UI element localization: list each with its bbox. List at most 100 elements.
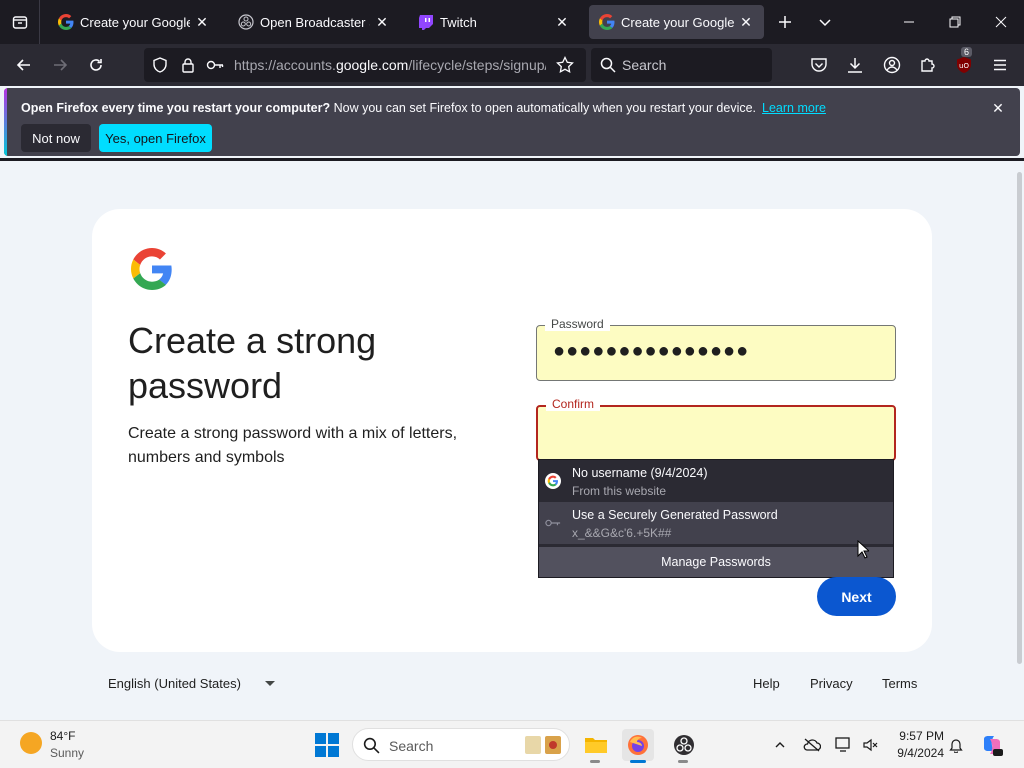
privacy-link[interactable]: Privacy: [810, 676, 853, 691]
page-title: Create a strong password: [128, 320, 377, 406]
google-logo-icon: [131, 248, 172, 290]
downloads-button[interactable]: [839, 49, 871, 81]
copilot-icon[interactable]: [980, 733, 1004, 757]
help-link[interactable]: Help: [753, 676, 780, 691]
page-scrollbar[interactable]: [1017, 172, 1022, 664]
onedrive-offline-icon[interactable]: [802, 735, 822, 755]
restore-icon: [949, 16, 961, 28]
search-highlight-icon: [525, 736, 561, 754]
pocket-icon: [811, 58, 827, 72]
lock-icon[interactable]: [180, 57, 196, 73]
password-label: Password: [545, 317, 610, 331]
confirm-label: Confirm: [546, 397, 601, 411]
menu-button[interactable]: [984, 49, 1016, 81]
back-button[interactable]: [8, 49, 40, 81]
account-button[interactable]: [876, 49, 908, 81]
navigation-toolbar: https://accounts.google.com/lifecycle/st…: [0, 44, 1024, 86]
pocket-button[interactable]: [803, 49, 835, 81]
not-now-button[interactable]: Not now: [21, 124, 91, 152]
next-button[interactable]: Next: [817, 577, 896, 616]
windows-logo-tile: [315, 746, 326, 757]
toolbar-divider: [0, 158, 1024, 161]
autocomplete-item-generated-password[interactable]: Use a Securely Generated Password x_&&G&…: [539, 502, 893, 544]
notification-bell-icon[interactable]: [946, 735, 966, 755]
minimize-button[interactable]: [886, 0, 932, 44]
ublock-shield-icon: uO: [957, 57, 971, 73]
search-bar[interactable]: Search: [591, 48, 772, 82]
url-bar[interactable]: https://accounts.google.com/lifecycle/st…: [144, 48, 586, 82]
extension-badge: 6: [961, 47, 973, 57]
tab-twitch[interactable]: Twitch ✕: [408, 5, 580, 39]
folder-icon: [585, 738, 607, 753]
windows-taskbar: 84°F Sunny Search 9:57 PM 9/4/2024: [0, 720, 1024, 768]
network-display-icon[interactable]: [834, 735, 854, 755]
close-icon[interactable]: ✕: [554, 14, 570, 30]
restore-button[interactable]: [932, 0, 978, 44]
learn-more-link[interactable]: Learn more: [762, 101, 826, 115]
firefox-view-icon: [12, 16, 27, 29]
shield-icon[interactable]: [152, 57, 168, 73]
arrow-right-icon: [54, 59, 68, 71]
sun-icon[interactable]: [20, 732, 42, 754]
obs-icon: [674, 735, 694, 755]
close-icon[interactable]: ✕: [194, 14, 210, 30]
firefox-icon: [628, 735, 648, 755]
windows-logo-tile: [328, 733, 339, 744]
ublock-button[interactable]: uO 6: [948, 47, 980, 81]
weather-temperature[interactable]: 84°F: [50, 729, 75, 743]
close-icon[interactable]: ✕: [374, 14, 390, 30]
weather-condition[interactable]: Sunny: [50, 746, 84, 760]
close-window-button[interactable]: [978, 0, 1024, 44]
close-icon: [995, 16, 1007, 28]
autocomplete-item-title: Use a Securely Generated Password: [572, 508, 778, 522]
taskbar-clock-date[interactable]: 9/4/2024: [888, 746, 944, 760]
search-placeholder: Search: [622, 57, 667, 73]
show-hidden-icons-chevron-up-icon[interactable]: [770, 735, 790, 755]
tab-title: Twitch: [440, 14, 477, 30]
forward-button[interactable]: [44, 49, 76, 81]
autocomplete-item-title: No username (9/4/2024): [572, 466, 708, 480]
tab-obs[interactable]: Open Broadcaster Software ✕: [228, 5, 400, 39]
start-button[interactable]: [315, 733, 339, 757]
twitch-icon: [418, 14, 434, 30]
close-icon[interactable]: ✕: [990, 100, 1006, 116]
taskbar-search-box[interactable]: Search: [352, 728, 570, 761]
bookmark-star-icon[interactable]: [556, 56, 574, 74]
mouse-cursor-icon: [857, 540, 869, 559]
firefox-notification-bar: Open Firefox every time you restart your…: [4, 88, 1020, 156]
list-all-tabs-button[interactable]: [802, 0, 848, 44]
close-icon[interactable]: ✕: [738, 14, 754, 30]
google-g-icon: [545, 473, 561, 489]
password-value: ●●●●●●●●●●●●●●●: [553, 340, 750, 362]
tab-google-account[interactable]: Create your Google Account ✕: [48, 5, 220, 39]
autocomplete-item-saved-login[interactable]: No username (9/4/2024) From this website: [539, 460, 893, 502]
taskbar-clock-time[interactable]: 9:57 PM: [888, 729, 944, 743]
language-selector[interactable]: English (United States): [108, 676, 241, 691]
yes-open-firefox-button[interactable]: Yes, open Firefox: [99, 124, 212, 152]
svg-text:uO: uO: [959, 62, 969, 70]
reload-icon: [90, 59, 102, 71]
url-text: https://accounts.google.com/lifecycle/st…: [234, 57, 546, 73]
search-icon: [363, 737, 380, 754]
page-subtitle: Create a strong password with a mix of l…: [128, 425, 458, 466]
app-running-indicator: [678, 760, 688, 763]
extensions-button[interactable]: [912, 49, 944, 81]
firefox-app[interactable]: [622, 729, 654, 761]
obs-app[interactable]: [668, 729, 700, 761]
password-field[interactable]: Password ●●●●●●●●●●●●●●●: [536, 317, 896, 381]
notification-accent: [4, 88, 7, 156]
confirm-password-field[interactable]: Confirm: [536, 397, 896, 461]
key-icon[interactable]: [206, 57, 224, 73]
hamburger-menu-icon: [994, 59, 1006, 71]
arrow-left-icon: [16, 59, 30, 71]
file-explorer-app[interactable]: [580, 729, 612, 761]
tab-bar: Create your Google Account ✕ Open Broadc…: [0, 0, 1024, 44]
reload-button[interactable]: [80, 49, 112, 81]
volume-muted-icon[interactable]: [860, 735, 880, 755]
terms-link[interactable]: Terms: [882, 676, 917, 691]
tab-google-account-active[interactable]: Create your Google Account ✕: [589, 5, 764, 39]
firefox-view-button[interactable]: [0, 0, 40, 44]
manage-passwords-button[interactable]: Manage Passwords: [539, 547, 893, 577]
dropdown-arrow-icon[interactable]: [265, 681, 275, 686]
tab-title: Open Broadcaster Software: [260, 14, 370, 30]
